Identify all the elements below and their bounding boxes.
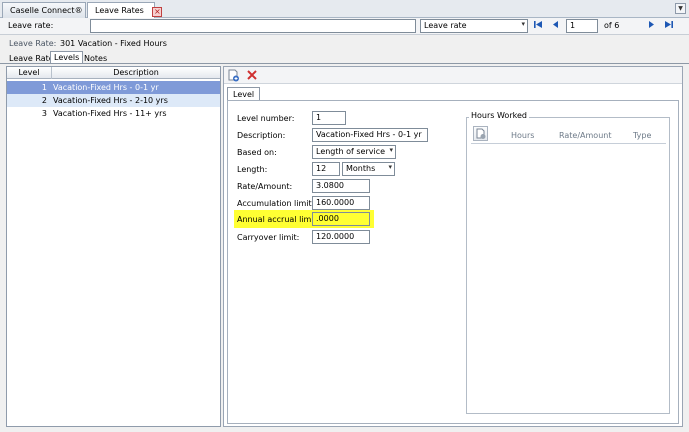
tab-divider: [0, 63, 689, 64]
carryover-limit-label: Carryover limit:: [237, 233, 300, 242]
lookup-type-value: Leave rate: [424, 21, 467, 30]
leave-rate-label: Leave rate:: [8, 21, 54, 30]
row-level: 1: [41, 83, 47, 92]
delete-icon[interactable]: [246, 69, 258, 81]
length-unit-value: Months: [346, 164, 376, 173]
based-on-value: Length of service: [316, 147, 386, 156]
description-input[interactable]: Vacation-Fixed Hrs - 0-1 yr: [312, 128, 428, 142]
table-row[interactable]: 3 Vacation-Fixed Hrs - 11+ yrs: [7, 107, 220, 120]
doc-tab-caselle-connect[interactable]: Caselle Connect®: [2, 2, 86, 18]
next-record-icon[interactable]: [646, 20, 657, 33]
chevron-down-icon: ▾: [388, 163, 392, 171]
based-on-select[interactable]: Length of service ▾: [312, 145, 396, 159]
column-header-level[interactable]: Level: [7, 67, 52, 79]
carryover-limit-input[interactable]: 120.0000: [312, 230, 370, 244]
hours-worked-header-line: [471, 143, 666, 144]
based-on-label: Based on:: [237, 148, 277, 157]
prev-record-icon[interactable]: [550, 20, 561, 33]
level-number-input[interactable]: 1: [312, 111, 346, 125]
close-icon[interactable]: ×: [152, 7, 163, 17]
record-toolbar: Leave rate: Leave rate ▾ 1 of 6: [0, 18, 689, 35]
length-input[interactable]: 12: [312, 162, 340, 176]
new-record-icon: [476, 128, 486, 139]
description-label: Description:: [237, 131, 286, 140]
last-record-icon[interactable]: [663, 20, 674, 33]
level-detail-panel: Level Level number: 1 Description: Vacat…: [223, 66, 683, 427]
column-header-description[interactable]: Description: [52, 67, 220, 79]
column-header-type[interactable]: Type: [633, 131, 651, 140]
level-number-label: Level number:: [237, 114, 295, 123]
length-unit-select[interactable]: Months ▾: [342, 162, 395, 176]
row-level: 3: [41, 109, 47, 118]
doc-tab-label: Leave Rates: [95, 6, 144, 15]
current-record-label: Leave Rate:: [9, 39, 57, 48]
chevron-down-icon: ▾: [389, 146, 393, 154]
rate-amount-label: Rate/Amount:: [237, 182, 293, 191]
levels-grid: Level Description 1 Vacation-Fixed Hrs -…: [6, 66, 221, 427]
annual-accrual-limit-label: Annual accrual limit:: [237, 215, 320, 224]
doc-tab-leave-rates[interactable]: Leave Rates ×: [87, 2, 163, 19]
level-form: Level number: 1 Description: Vacation-Fi…: [227, 100, 679, 424]
row-level: 2: [41, 96, 47, 105]
chevron-down-icon: ▾: [521, 20, 525, 28]
detail-toolbar: [224, 67, 682, 84]
row-description: Vacation-Fixed Hrs - 2-10 yrs: [53, 96, 168, 105]
first-record-icon[interactable]: [533, 20, 544, 33]
row-description: Vacation-Fixed Hrs - 11+ yrs: [53, 109, 167, 118]
table-row[interactable]: 1 Vacation-Fixed Hrs - 0-1 yr: [7, 81, 220, 94]
accumulation-limit-label: Accumulation limit:: [237, 199, 315, 208]
tab-level[interactable]: Level: [227, 87, 261, 101]
hours-worked-group: Hours Worked Hours Rate/Amount Type: [466, 111, 670, 414]
leave-rate-input[interactable]: [90, 19, 416, 33]
lookup-type-select[interactable]: Leave rate ▾: [420, 19, 528, 33]
grid-header: Level Description: [7, 67, 220, 79]
column-header-hours[interactable]: Hours: [511, 131, 534, 140]
accumulation-limit-input[interactable]: 160.0000: [312, 196, 370, 210]
hours-worked-title: Hours Worked: [469, 111, 529, 120]
doc-tab-label: Caselle Connect®: [10, 6, 83, 15]
annual-accrual-limit-input[interactable]: .0000: [312, 212, 370, 226]
table-row[interactable]: 2 Vacation-Fixed Hrs - 2-10 yrs: [7, 94, 220, 107]
column-header-rate-amount[interactable]: Rate/Amount: [559, 131, 611, 140]
record-count: of 6: [604, 21, 620, 30]
record-number-input[interactable]: 1: [566, 19, 598, 33]
add-hours-button[interactable]: [473, 126, 488, 141]
length-label: Length:: [237, 165, 268, 174]
row-description: Vacation-Fixed Hrs - 0-1 yr: [53, 83, 159, 92]
current-record-value: 301 Vacation - Fixed Hours: [60, 39, 167, 48]
new-record-icon[interactable]: [227, 69, 240, 82]
tab-list-dropdown-icon[interactable]: ▼: [675, 3, 686, 14]
document-tab-bar: Caselle Connect® Leave Rates × ▼: [0, 0, 689, 19]
rate-amount-input[interactable]: 3.0800: [312, 179, 370, 193]
